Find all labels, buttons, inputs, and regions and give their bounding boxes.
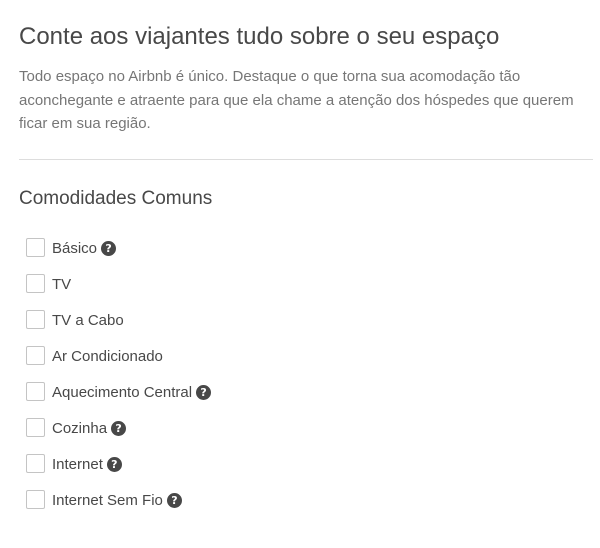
checkbox-cozinha[interactable] [26,418,45,437]
amenity-label-text: Básico [52,240,98,257]
amenity-label-internet[interactable]: Internet ? [52,455,122,474]
amenity-label-tv-a-cabo[interactable]: TV a Cabo [52,311,124,330]
checkbox-internet[interactable] [26,454,45,473]
amenity-label-tv[interactable]: TV [52,275,71,294]
checkbox-basico[interactable] [26,238,45,257]
amenity-label-text: Ar Condicionado [52,348,163,365]
amenity-label-cozinha[interactable]: Cozinha ? [52,419,127,438]
amenity-label-internet-sem-fio[interactable]: Internet Sem Fio ? [52,491,182,510]
question-circle-icon[interactable]: ? [196,385,212,400]
amenity-label-text: Internet Sem Fio [52,492,163,509]
amenity-label-text: Cozinha [52,420,108,437]
page-title: Conte aos viajantes tudo sobre o seu esp… [19,23,500,50]
question-circle-icon[interactable]: ? [111,421,127,436]
amenity-label-aquecimento-central[interactable]: Aquecimento Central ? [52,383,212,402]
checkbox-ar-condicionado[interactable] [26,346,45,365]
amenity-label-text: Aquecimento Central [52,384,193,401]
question-circle-icon[interactable]: ? [101,241,117,256]
checkbox-tv[interactable] [26,274,45,293]
amenity-label-text: TV [52,276,72,293]
question-circle-icon[interactable]: ? [166,493,182,508]
amenity-label-text: Internet [52,456,103,473]
section-divider [19,159,593,160]
checkbox-tv-a-cabo[interactable] [26,310,45,329]
amenity-label-text: TV a Cabo [52,312,124,329]
amenity-label-ar-condicionado[interactable]: Ar Condicionado [52,347,163,366]
page-description: Todo espaço no Airbnb é único. Destaque … [19,68,574,132]
checkbox-aquecimento-central[interactable] [26,382,45,401]
checkbox-internet-sem-fio[interactable] [26,490,45,509]
amenity-label-basico[interactable]: Básico ? [52,239,117,258]
question-circle-icon[interactable]: ? [106,457,122,472]
section-title-common-amenities: Comodidades Comuns [19,188,213,209]
